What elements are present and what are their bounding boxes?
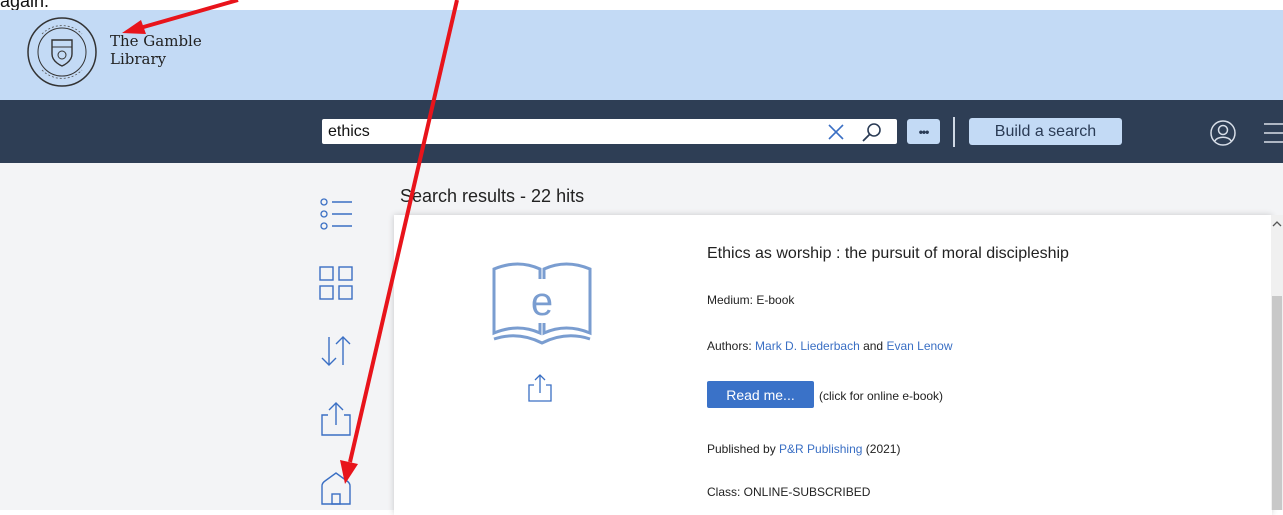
library-name[interactable]: The Gamble Library xyxy=(110,32,202,68)
share-record-icon[interactable] xyxy=(527,373,553,403)
library-name-line2: Library xyxy=(110,50,167,68)
more-options-label: ••• xyxy=(918,124,930,139)
publisher-link[interactable]: P&R Publishing xyxy=(779,442,862,456)
read-note: (click for online e-book) xyxy=(819,389,944,403)
search-navbar: ••• Build a search xyxy=(0,100,1283,163)
user-account-icon[interactable] xyxy=(1209,119,1237,147)
nav-divider xyxy=(953,117,955,147)
published-year: (2021) xyxy=(862,442,901,456)
hamburger-menu-icon[interactable] xyxy=(1262,120,1283,146)
ebook-letter: e xyxy=(531,280,553,324)
library-name-line1: The Gamble xyxy=(110,32,202,50)
build-search-label: Build a search xyxy=(994,122,1097,140)
read-me-label: Read me... xyxy=(726,386,795,403)
library-banner: The Gamble Library xyxy=(0,10,1283,100)
more-options-button[interactable]: ••• xyxy=(907,119,940,144)
results-scrollbar-thumb[interactable] xyxy=(1272,296,1282,510)
share-export-icon[interactable] xyxy=(318,401,354,437)
scroll-up-icon[interactable] xyxy=(1272,219,1282,229)
build-search-button[interactable]: Build a search xyxy=(969,118,1122,145)
magnifier-icon xyxy=(862,122,881,142)
results-heading: Search results - 22 hits xyxy=(400,186,585,206)
college-seal-icon[interactable] xyxy=(24,14,100,90)
read-me-button[interactable]: Read me... xyxy=(707,381,814,408)
author-link-1[interactable]: Mark D. Liederbach xyxy=(755,339,860,353)
caption-text: again. xyxy=(0,0,50,10)
grid-view-icon[interactable] xyxy=(318,265,354,301)
home-icon[interactable] xyxy=(318,470,354,506)
authors-prefix: Authors: xyxy=(707,339,756,353)
record-medium: Medium: E-book xyxy=(707,293,795,307)
sort-arrows-icon[interactable] xyxy=(318,333,354,369)
search-box xyxy=(322,119,897,144)
record-publisher: Published by P&R Publishing (2021) xyxy=(707,442,900,456)
record-title[interactable]: Ethics as worship : the pursuit of moral… xyxy=(707,245,1069,263)
record-authors: Authors: Mark D. Liederbach and Evan Len… xyxy=(707,339,953,353)
search-submit-button[interactable] xyxy=(854,119,890,144)
caption-strip: again. xyxy=(0,0,1283,10)
ebook-icon[interactable]: e xyxy=(490,255,594,347)
author-link-2[interactable]: Evan Lenow xyxy=(886,339,952,353)
record-class: Class: ONLINE-SUBSCRIBED xyxy=(707,485,871,499)
authors-joiner: and xyxy=(859,339,887,353)
clear-search-button[interactable] xyxy=(822,119,850,144)
search-input[interactable] xyxy=(322,119,818,144)
result-card: e Ethics as worship : the pursuit of mor… xyxy=(394,215,1272,515)
clear-x-icon xyxy=(828,123,844,140)
published-prefix: Published by xyxy=(707,442,780,456)
list-view-icon[interactable] xyxy=(318,196,354,232)
